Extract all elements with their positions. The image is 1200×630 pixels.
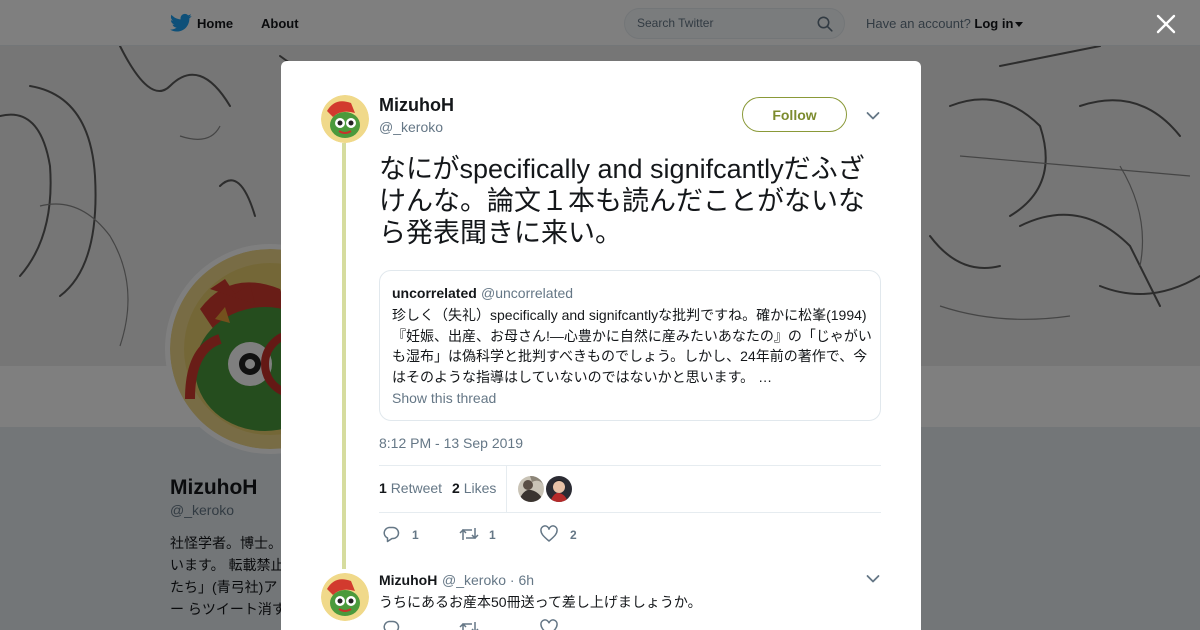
- like-action-count: 2: [570, 528, 577, 542]
- stats-vertical-divider: [506, 466, 507, 512]
- liker-avatar[interactable]: [518, 476, 544, 502]
- retweet-stat-label: Retweet: [390, 480, 443, 496]
- likes-stat[interactable]: 2 Likes: [452, 480, 496, 496]
- retweet-count: 1: [379, 480, 387, 496]
- author-name[interactable]: MizuhoH: [379, 95, 454, 116]
- liker-avatar[interactable]: [546, 476, 572, 502]
- tweet-timestamp[interactable]: 8:12 PM - 13 Sep 2019: [379, 435, 523, 451]
- reply-text: うちにあるお産本50冊送って差し上げましょうか。: [379, 594, 702, 610]
- chevron-down-icon[interactable]: [866, 111, 880, 121]
- reply-count: 1: [412, 528, 419, 542]
- reply-time: · 6h: [509, 572, 535, 588]
- thread-connector-line: [342, 143, 346, 569]
- tweet-text: なにがspecifically and signifcantlyだふざけんな。論…: [379, 154, 865, 248]
- follow-button[interactable]: Follow: [742, 97, 847, 132]
- quoted-author-handle: @uncorrelated: [481, 285, 574, 301]
- quoted-tweet-card[interactable]: uncorrelated @uncorrelated 珍しく（失礼）specif…: [379, 270, 881, 421]
- like-count: 2: [452, 480, 460, 496]
- frog-crab-avatar-image: [321, 573, 369, 621]
- tweet-permalink-modal: MizuhoH @_keroko Follow なにがspecifically …: [281, 61, 921, 630]
- stats-divider-top: [379, 465, 881, 466]
- show-thread-link[interactable]: Show this thread: [392, 390, 496, 406]
- reply-icon: [383, 526, 400, 543]
- heart-icon: [540, 525, 558, 542]
- quoted-author-name: uncorrelated: [392, 285, 477, 301]
- reply-action-bar[interactable]: [382, 619, 582, 630]
- close-icon[interactable]: [1156, 14, 1176, 34]
- reply-author-name[interactable]: MizuhoH: [379, 572, 437, 588]
- retweet-stat[interactable]: 1 Retweet: [379, 480, 442, 496]
- author-avatar[interactable]: [321, 95, 369, 143]
- liker-avatar-image: [546, 476, 572, 502]
- likes-stat-label: Likes: [463, 480, 497, 496]
- quoted-tweet-text: 珍しく（失礼）specifically and signifcantlyな批判で…: [392, 307, 872, 385]
- chevron-down-icon[interactable]: [866, 574, 880, 584]
- reply-author-avatar[interactable]: [321, 573, 369, 621]
- frog-crab-avatar-image: [321, 95, 369, 143]
- retweet-icon: [459, 528, 479, 540]
- reply-author-handle: @_keroko: [442, 572, 507, 588]
- author-handle[interactable]: @_keroko: [379, 119, 443, 135]
- reply-author-handle-time[interactable]: @_keroko · 6h: [442, 572, 534, 588]
- stats-divider-bottom: [379, 512, 881, 513]
- liker-avatar-image: [518, 476, 544, 502]
- retweet-action-count: 1: [489, 528, 496, 542]
